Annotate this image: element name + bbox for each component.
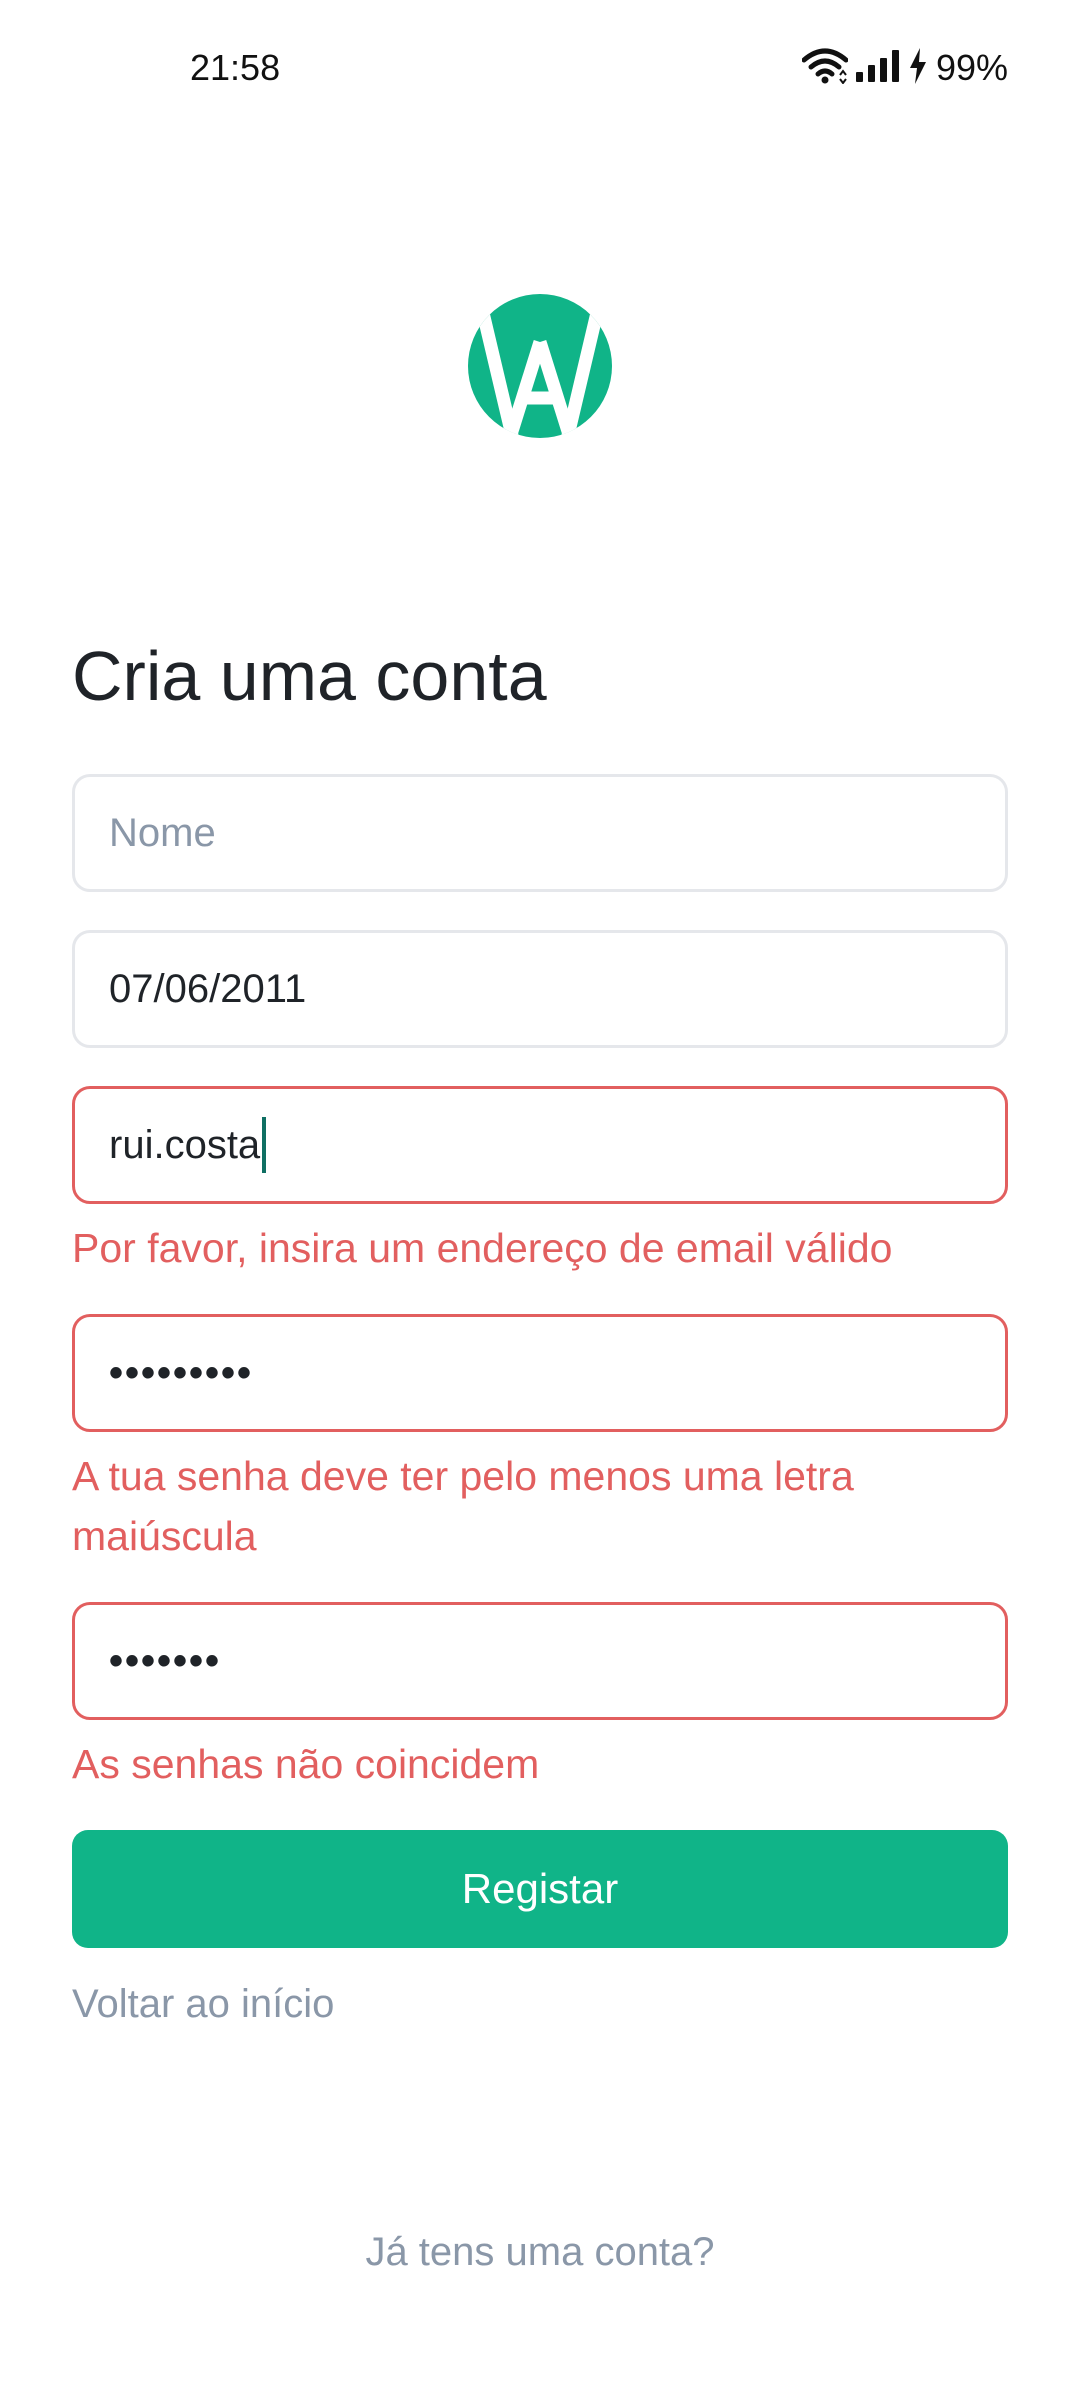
- name-placeholder: Nome: [109, 810, 216, 855]
- charging-icon: [908, 47, 928, 89]
- birthdate-value: 07/06/2011: [109, 966, 307, 1011]
- register-button[interactable]: Registar: [72, 1830, 1008, 1948]
- email-error: Por favor, insira um endereço de email v…: [72, 1225, 893, 1271]
- email-value: rui.costa: [109, 1122, 261, 1167]
- wifi-icon: [801, 48, 849, 89]
- password-field[interactable]: •••••••••: [72, 1314, 1008, 1432]
- password-error: A tua senha deve ter pelo menos uma letr…: [72, 1453, 854, 1559]
- status-time: 21:58: [190, 47, 281, 88]
- password-value: •••••••••: [109, 1350, 254, 1395]
- confirm-password-error: As senhas não coincidem: [72, 1741, 540, 1787]
- status-bar: 21:58 99%: [0, 0, 1080, 140]
- battery-percentage: 99%: [935, 47, 1008, 88]
- signal-icon: [855, 49, 900, 87]
- birthdate-field[interactable]: 07/06/2011: [72, 930, 1008, 1048]
- email-field[interactable]: rui.costa: [72, 1086, 1008, 1204]
- name-field[interactable]: Nome: [72, 774, 1008, 892]
- back-to-start-link[interactable]: Voltar ao início: [72, 1974, 334, 2034]
- login-link[interactable]: Já tens uma conta?: [0, 2222, 1080, 2282]
- page-title: Cria uma conta: [72, 637, 547, 715]
- text-cursor: [262, 1117, 267, 1173]
- confirm-password-value: •••••••: [109, 1638, 222, 1683]
- status-icons: 99%: [801, 44, 1008, 92]
- app-logo-icon: [468, 294, 612, 438]
- confirm-password-field[interactable]: •••••••: [72, 1602, 1008, 1720]
